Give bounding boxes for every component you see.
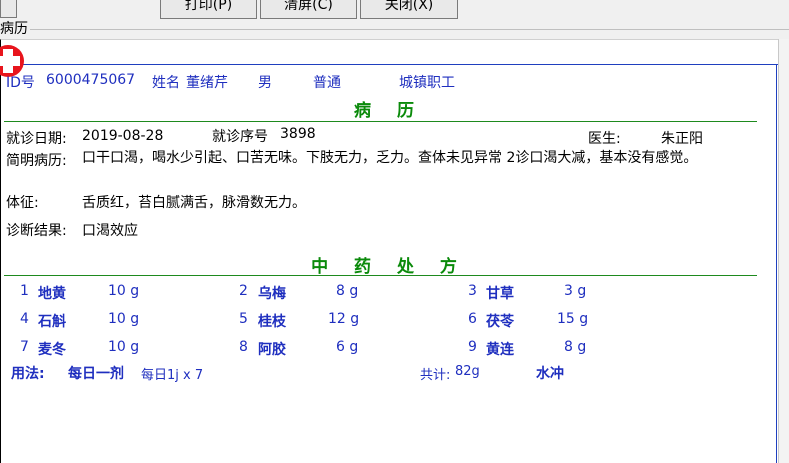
group-divider	[22, 29, 789, 30]
rx-item-dose: 8 g	[336, 283, 359, 299]
usage-label: 用法:	[11, 366, 45, 382]
history-label: 简明病历:	[6, 153, 67, 169]
rx-item-no: 2	[239, 283, 248, 299]
doctor-label: 医生:	[588, 131, 621, 147]
history-value: 口干口渴，喝水少引起、口苦无味。下肢无力，乏力。查体未见异常 2诊口渴大减，基本…	[82, 150, 698, 166]
toolbar: 打印(P) 清屏(C) 关闭(X)	[0, 0, 789, 20]
signs-label: 体征:	[6, 195, 39, 211]
rx-item-no: 6	[468, 311, 477, 327]
prescription-title-divider	[4, 275, 757, 276]
clear-button[interactable]: 清屏(C)	[260, 0, 357, 19]
visit-no-label: 就诊序号	[212, 129, 268, 145]
rx-item-no: 7	[20, 339, 29, 355]
method-value: 水冲	[536, 366, 564, 382]
record-title: 病 历	[354, 101, 424, 121]
visit-date-value: 2019-08-28	[82, 128, 164, 144]
rx-item-dose: 12 g	[328, 311, 360, 327]
rx-item-no: 5	[239, 311, 248, 327]
prescription-title: 中 药 处 方	[311, 257, 467, 277]
patient-visit-type: 普通	[313, 75, 341, 91]
rx-item-no: 3	[468, 283, 477, 299]
rx-item-name: 甘草	[486, 286, 514, 302]
print-button[interactable]: 打印(P)	[160, 0, 257, 19]
rx-item-no: 8	[239, 339, 248, 355]
group-label: 病历	[0, 20, 30, 38]
rx-item-no: 9	[468, 339, 477, 355]
patient-name-value: 董绪芹	[186, 75, 228, 91]
doctor-value: 朱正阳	[661, 131, 703, 147]
rx-item-dose: 10 g	[108, 283, 140, 299]
patient-insurance: 城镇职工	[399, 75, 455, 91]
diagnosis-value: 口渴效应	[82, 223, 138, 239]
signs-value: 舌质红，苔白腻满舌，脉滑数无力。	[82, 195, 306, 211]
record-title-divider	[4, 121, 757, 122]
patient-id-label: ID号	[6, 75, 35, 91]
rx-item-dose: 3 g	[564, 283, 587, 299]
rx-item-dose: 8 g	[564, 339, 587, 355]
rx-item-name: 桂枝	[258, 314, 286, 330]
rx-item-name: 黄连	[486, 342, 514, 358]
scrollbar[interactable]	[778, 39, 789, 463]
rx-item-name: 麦冬	[38, 342, 66, 358]
rx-item-name: 地黄	[38, 286, 66, 302]
rx-item-name: 乌梅	[258, 286, 286, 302]
rx-item-no: 1	[20, 283, 29, 299]
total-label: 共计:	[420, 368, 451, 383]
rx-item-dose: 10 g	[108, 311, 140, 327]
usage-detail: 每日1j x 7	[141, 368, 204, 383]
rx-item-name: 阿胶	[258, 342, 286, 358]
rx-item-name: 茯苓	[486, 314, 514, 330]
header-divider	[0, 64, 778, 65]
close-button[interactable]: 关闭(X)	[360, 0, 458, 19]
rx-item-dose: 15 g	[557, 311, 589, 327]
usage-value: 每日一剂	[68, 366, 124, 382]
rx-item-no: 4	[20, 311, 29, 327]
rx-item-dose: 10 g	[108, 339, 140, 355]
patient-id-value: 6000475067	[46, 72, 136, 88]
visit-no-value: 3898	[280, 126, 316, 142]
patient-name-label: 姓名	[152, 75, 180, 91]
toolbar-left-button[interactable]	[0, 0, 17, 18]
visit-date-label: 就诊日期:	[6, 131, 67, 147]
rx-item-name: 石斛	[38, 314, 66, 330]
patient-gender: 男	[258, 75, 272, 91]
rx-item-dose: 6 g	[336, 339, 359, 355]
total-value: 82g	[455, 364, 480, 379]
diagnosis-label: 诊断结果:	[6, 223, 67, 239]
